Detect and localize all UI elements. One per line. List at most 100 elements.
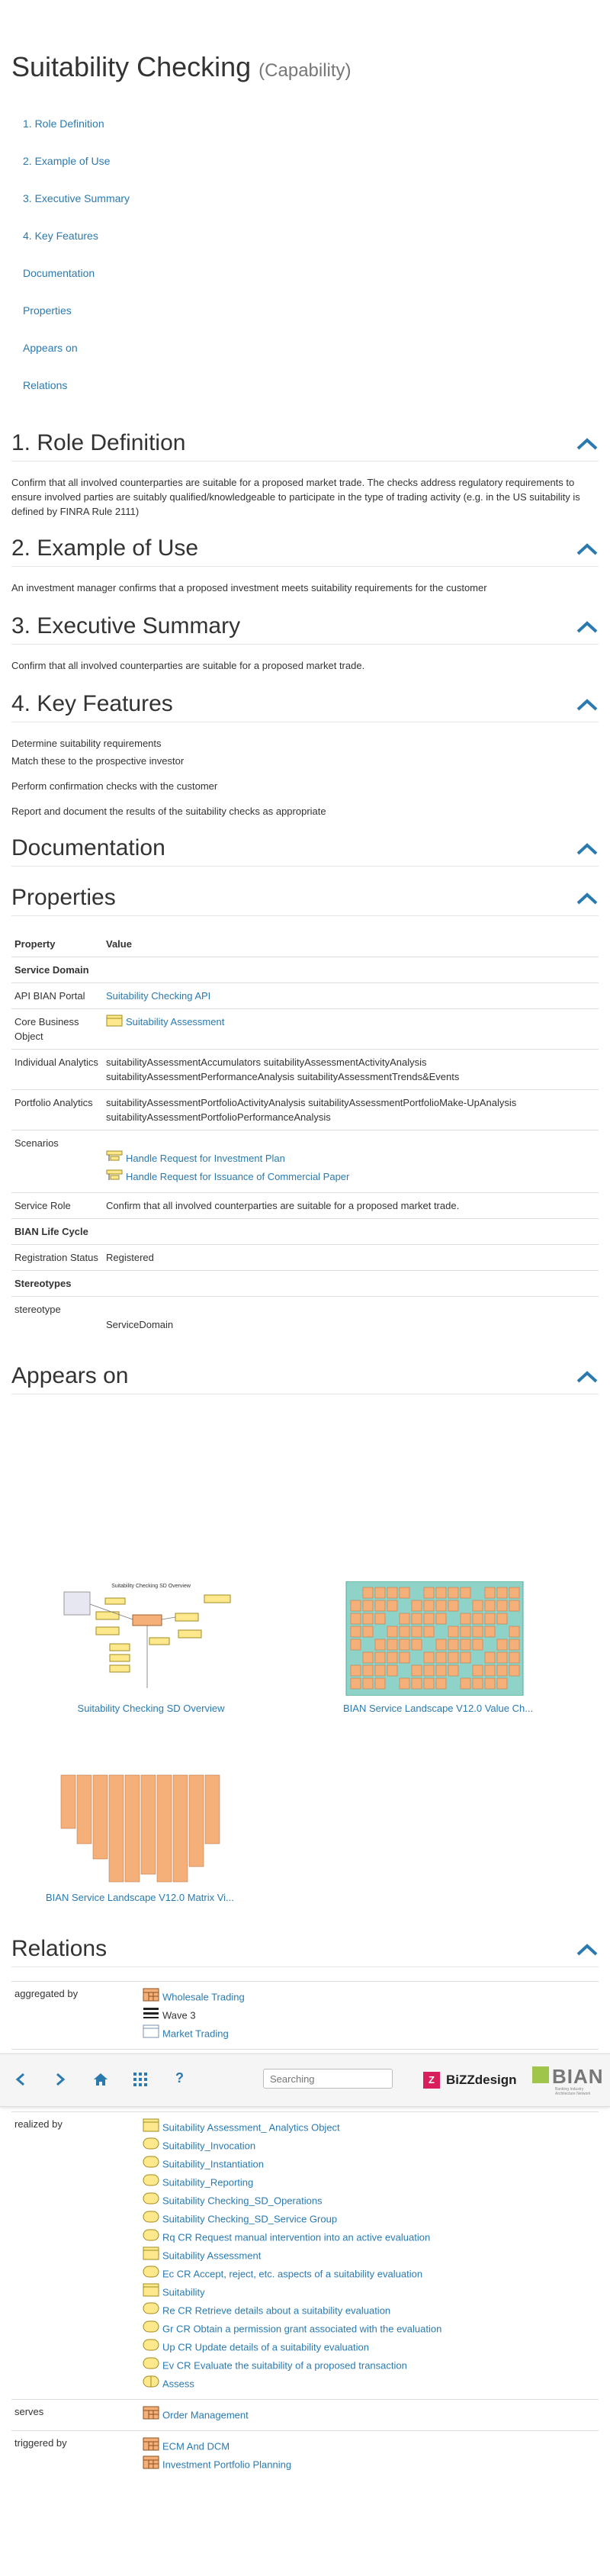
chevron-up-icon[interactable] [576, 1371, 599, 1383]
relation-link[interactable]: Suitability_Instantiation [162, 2158, 264, 2169]
relation-link[interactable]: Wholesale Trading [162, 1991, 245, 2002]
relation-link[interactable]: Suitability Assessment [162, 2250, 261, 2261]
diagram-thumbnail[interactable]: BIAN Service Landscape V12.0 Value Ch... [343, 1581, 533, 1714]
role-definition-text: Confirm that all involved counterparties… [11, 476, 580, 517]
toc-link-example-of-use[interactable]: 2. Example of Use [23, 155, 110, 167]
landscape-cell [387, 1587, 398, 1599]
relation-link[interactable]: Suitability Assessment_ Analytics Object [162, 2121, 340, 2133]
relation-link[interactable]: ECM And DCM [162, 2440, 230, 2452]
chevron-up-icon[interactable] [576, 437, 599, 450]
search-input[interactable] [263, 2069, 393, 2089]
chevron-up-icon[interactable] [576, 1944, 599, 1956]
scenario-link[interactable]: Handle Request for Investment Plan [126, 1153, 285, 1164]
landscape-cell [448, 1587, 459, 1599]
landscape-cell [460, 1677, 471, 1690]
relation-link[interactable]: Order Management [162, 2409, 249, 2420]
relation-link[interactable]: Assess [162, 2378, 194, 2389]
relation-link[interactable]: Re CR Retrieve details about a suitabili… [162, 2304, 390, 2316]
landscape-cell [484, 1677, 496, 1690]
relation-link[interactable]: Gr CR Obtain a permission grant associat… [162, 2323, 441, 2334]
scenario-link[interactable]: Handle Request for Issuance of Commercia… [126, 1171, 349, 1182]
relation-item: Suitability Checking_SD_Operations [143, 2192, 596, 2210]
toc-link-properties[interactable]: Properties [23, 304, 72, 317]
landscape-cell [484, 1613, 496, 1625]
relation-link[interactable]: Rq CR Request manual intervention into a… [162, 2231, 430, 2243]
relation-label: realized by [11, 2111, 140, 2400]
diagram-caption[interactable]: BIAN Service Landscape V12.0 Value Ch... [343, 1703, 533, 1714]
landscape-cell [374, 1639, 386, 1651]
page-title-type: (Capability) [258, 60, 352, 81]
bian-mark [532, 2066, 549, 2083]
grid-menu-icon[interactable] [133, 2073, 147, 2089]
landscape-cell [509, 1587, 520, 1599]
diagram-caption[interactable]: Suitability Checking SD Overview [59, 1703, 242, 1714]
landscape-column [172, 1774, 188, 1883]
wave-icon [143, 2006, 159, 2026]
landscape-cell [509, 1626, 520, 1638]
help-icon[interactable]: ? [175, 2070, 184, 2086]
chevron-up-icon[interactable] [576, 842, 599, 855]
property-value: suitabilityAssessmentAccumulators suitab… [103, 1048, 599, 1090]
landscape-cell [399, 1651, 410, 1664]
toc-item: 2. Example of Use [11, 153, 599, 191]
service-icon [143, 2338, 159, 2358]
relation-link[interactable]: Suitability [162, 2286, 205, 2298]
section-heading: 4. Key Features [11, 691, 599, 722]
section-heading-text: Appears on [11, 1362, 129, 1388]
toc-link-relations[interactable]: Relations [23, 379, 67, 391]
business-object-icon [106, 1015, 123, 1031]
service-icon [143, 2192, 159, 2211]
relation-item: Suitability Assessment_ Analytics Object [143, 2118, 596, 2137]
scenario-item: Handle Request for Issuance of Commercia… [106, 1168, 596, 1187]
relation-item: Wave 3 [143, 2006, 596, 2024]
landscape-cell [435, 1613, 447, 1625]
relation-link[interactable]: Ev CR Evaluate the suitability of a prop… [162, 2359, 407, 2371]
landscape-column [140, 1774, 156, 1875]
properties-table: Property Value Service Domain API BIAN P… [11, 931, 599, 1337]
chevron-up-icon[interactable] [576, 542, 599, 555]
toc-link-executive-summary[interactable]: 3. Executive Summary [23, 192, 130, 204]
relation-link[interactable]: Suitability Checking_SD_Operations [162, 2195, 323, 2206]
toc-item: Appears on [11, 340, 599, 378]
landscape-cell [411, 1677, 422, 1690]
chevron-up-icon[interactable] [576, 892, 599, 905]
business-area-icon [143, 2406, 159, 2426]
relation-link[interactable]: Ec CR Accept, reject, etc. aspects of a … [162, 2268, 422, 2279]
diagram-thumbnail[interactable]: Suitability Checking SD Overview Suitabi… [59, 1581, 242, 1714]
toc-link-appears-on[interactable]: Appears on [23, 342, 78, 354]
chevron-up-icon[interactable] [576, 620, 599, 633]
toc-link-role-definition[interactable]: 1. Role Definition [23, 117, 104, 130]
home-icon[interactable] [93, 2073, 108, 2089]
property-label: Service Role [11, 1192, 103, 1219]
relation-item: Suitability_Reporting [143, 2173, 596, 2192]
api-portal-link[interactable]: Suitability Checking API [106, 990, 210, 1002]
relation-item: Re CR Retrieve details about a suitabili… [143, 2301, 596, 2320]
toc-link-key-features[interactable]: 4. Key Features [23, 230, 98, 242]
chevron-right-icon[interactable] [55, 2073, 66, 2089]
landscape-cell [350, 1639, 361, 1651]
relation-link[interactable]: Investment Portfolio Planning [162, 2459, 291, 2470]
landscape-cell [362, 1600, 374, 1612]
core-business-object-link[interactable]: Suitability Assessment [126, 1016, 224, 1028]
relation-item: Ec CR Accept, reject, etc. aspects of a … [143, 2265, 596, 2283]
diagram-thumbnail[interactable]: BIAN Service Landscape V12.0 Matrix Vi..… [46, 1770, 234, 1903]
section-heading-text: 3. Executive Summary [11, 613, 241, 638]
scenario-item: Handle Request for Investment Plan [106, 1150, 596, 1169]
relation-link[interactable]: Suitability Checking_SD_Service Group [162, 2213, 337, 2224]
landscape-cell [362, 1626, 374, 1638]
relation-link[interactable]: Suitability_Invocation [162, 2140, 255, 2151]
relation-link[interactable]: Up CR Update details of a suitability ev… [162, 2341, 369, 2352]
chevron-up-icon[interactable] [576, 698, 599, 711]
landscape-column [108, 1774, 124, 1883]
relation-link[interactable]: Suitability_Reporting [162, 2176, 253, 2188]
relation-link[interactable]: Market Trading [162, 2028, 229, 2039]
landscape-matrix-preview [46, 1770, 229, 1885]
landscape-cell [435, 1600, 447, 1612]
diagram-caption[interactable]: BIAN Service Landscape V12.0 Matrix Vi..… [46, 1892, 234, 1903]
toc-link-documentation[interactable]: Documentation [23, 267, 95, 279]
document-icon [143, 2024, 159, 2044]
relation-items: ECM And DCM Investment Portfolio Planning [140, 2430, 599, 2480]
landscape-cell [374, 1587, 386, 1599]
chevron-left-icon[interactable] [15, 2073, 26, 2089]
landscape-cell [399, 1639, 410, 1651]
